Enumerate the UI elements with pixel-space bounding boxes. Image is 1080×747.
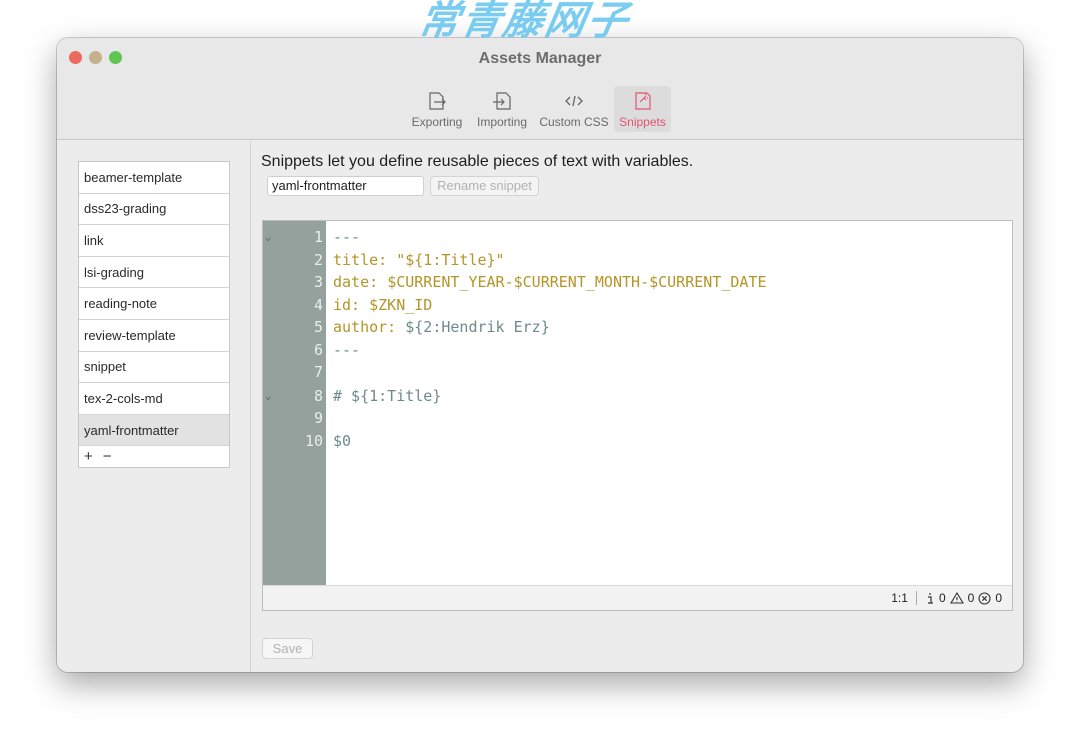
list-item[interactable]: dss23-grading (79, 194, 229, 226)
yaml-value: $CURRENT_YEAR-$CURRENT_MONTH-$CURRENT_DA… (387, 273, 767, 291)
list-item-selected[interactable]: yaml-frontmatter (79, 414, 229, 447)
code-text: --- (333, 228, 361, 246)
code-line: ⌄ 8 # ${1:Title} (263, 385, 1012, 407)
info-count: 0 (938, 591, 946, 605)
snippet-list: beamer-template dss23-grading link lsi-g… (78, 161, 230, 469)
code-text: --- (333, 340, 361, 359)
code-text: author: ${2:Hendrik Erz} (333, 316, 550, 338)
tab-exporting-label: Exporting (411, 115, 463, 129)
code-line: 6 --- (263, 339, 1012, 361)
save-button[interactable]: Save (262, 638, 313, 659)
list-item[interactable]: beamer-template (79, 162, 229, 194)
info-icon (925, 592, 935, 605)
line-number: 2 (313, 250, 323, 269)
tab-custom-css-label: Custom CSS (539, 115, 609, 129)
tab-snippets[interactable]: Snippets (614, 86, 671, 132)
snippet-name-input[interactable]: yaml-frontmatter (267, 176, 424, 196)
line-number: 5 (313, 318, 323, 336)
yaml-key: author: (333, 318, 406, 336)
toolbar: Exporting Importing Custom CSS Snippets (57, 86, 1023, 132)
yaml-key: id: (333, 295, 370, 314)
list-controls: + − (79, 446, 229, 467)
code-text: date: $CURRENT_YEAR-$CURRENT_MONTH-$CURR… (333, 271, 766, 293)
yaml-value: $ZKN_ID (369, 295, 433, 314)
yaml-key: title: (333, 250, 397, 269)
description-text: Snippets let you define reusable pieces … (261, 153, 694, 170)
import-icon (493, 92, 511, 110)
remove-snippet-button[interactable]: − (103, 448, 112, 465)
code-line: ⌄ 1 --- (263, 226, 1012, 248)
snippet-editor-pane: Snippets let you define reusable pieces … (252, 141, 1023, 672)
line-number: 1 (313, 228, 323, 246)
line-number: 10 (304, 431, 323, 450)
code-text: $0 (333, 431, 352, 450)
list-item[interactable]: review-template (79, 320, 229, 352)
line-number: 7 (313, 363, 323, 381)
titlebar: Assets Manager Exporting Importing Custo… (57, 38, 1023, 140)
warning-icon (949, 592, 964, 604)
editor-statusbar: 1:1 0 0 0 (263, 585, 1012, 610)
snippet-icon (634, 92, 651, 110)
snippet-sidebar: beamer-template dss23-grading link lsi-g… (57, 141, 251, 672)
code-line: 4 id: $ZKN_ID (263, 294, 1012, 316)
tab-snippets-label: Snippets (619, 115, 666, 129)
list-item[interactable]: reading-note (79, 288, 229, 320)
watermark-logo: 常青藤网子 (415, 0, 634, 43)
code-text: title: "${1:Title}" (333, 249, 505, 271)
list-item[interactable]: lsi-grading (79, 257, 229, 289)
rename-snippet-button[interactable]: Rename snippet (430, 176, 539, 196)
code-line: 5 author: ${2:Hendrik Erz} (263, 316, 1012, 338)
tab-importing-label: Importing (476, 115, 528, 129)
cursor-position: 1:1 (891, 591, 908, 605)
line-number: 6 (313, 340, 323, 359)
code-editor[interactable]: ⌄ 1 --- 2 title: "${1:Title}" 3 date: $C… (262, 220, 1013, 611)
error-icon (978, 591, 991, 605)
status-separator (915, 591, 917, 605)
line-number: 3 (313, 273, 323, 291)
code-line: 7 (263, 361, 1012, 383)
code-text: id: $ZKN_ID (333, 294, 432, 316)
list-item[interactable]: link (79, 225, 229, 257)
window-title: Assets Manager (478, 50, 602, 67)
line-number: 8 (313, 386, 323, 405)
line-number: 4 (313, 295, 323, 314)
yaml-value: "${1:Title}" (396, 250, 505, 269)
export-icon (429, 92, 446, 110)
code-text: # ${1:Title} (333, 386, 442, 405)
warning-count: 0 (967, 591, 975, 605)
code-line: 3 date: $CURRENT_YEAR-$CURRENT_MONTH-$CU… (263, 271, 1012, 293)
code-line: 9 (263, 407, 1012, 429)
yaml-key: date: (333, 273, 388, 291)
code-line: 2 title: "${1:Title}" (263, 249, 1012, 271)
list-item[interactable]: tex-2-cols-md (79, 383, 229, 415)
code-icon (565, 95, 583, 107)
assets-manager-window: Assets Manager Exporting Importing Custo… (57, 38, 1023, 672)
tab-exporting[interactable]: Exporting (409, 86, 465, 132)
line-number: 9 (313, 409, 323, 427)
yaml-value: ${2:Hendrik Erz} (405, 318, 550, 336)
code-line: 10 $0 (263, 430, 1012, 452)
error-count: 0 (995, 591, 1002, 605)
tab-importing[interactable]: Importing (473, 86, 531, 132)
list-item[interactable]: snippet (79, 352, 229, 384)
tab-custom-css[interactable]: Custom CSS (538, 86, 610, 132)
add-snippet-button[interactable]: + (84, 448, 93, 465)
